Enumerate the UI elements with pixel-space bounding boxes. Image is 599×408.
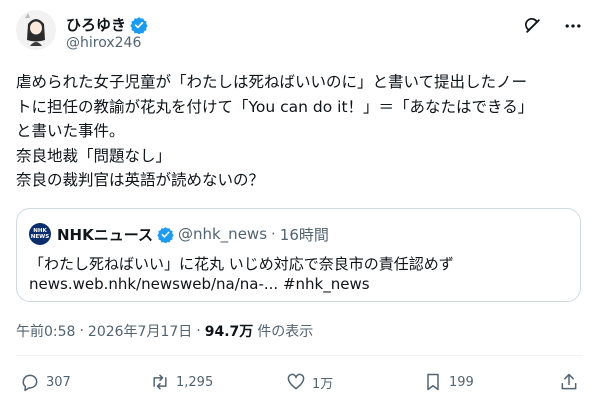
- like-count: 1万: [312, 376, 334, 392]
- separator-dot: ·: [271, 225, 276, 243]
- repost-count: 1,295: [176, 374, 214, 390]
- tweet-date[interactable]: 2026年7月17日: [88, 321, 192, 341]
- reply-count: 307: [46, 374, 71, 390]
- quoted-tweet-link[interactable]: news.web.nhk/newsweb/na/na-... #nhk_news: [29, 275, 370, 293]
- quoted-tweet-time: 16時間: [279, 225, 329, 244]
- tweet-line: 奈良地裁「問題なし」: [16, 146, 172, 165]
- action-bar: 307 1,295 1万 199: [20, 372, 579, 394]
- bookmark-icon: [423, 372, 443, 392]
- author-display-name[interactable]: ひろゆき: [66, 14, 126, 35]
- heart-icon: [286, 372, 306, 392]
- tweet-line: 奈良の裁判官は英語が読めないの？: [16, 171, 265, 189]
- reply-button[interactable]: 307: [20, 372, 71, 392]
- quoted-tweet[interactable]: NHK NEWS NHKニュース @nhk_news · 16時間 「わたし死ね…: [16, 208, 581, 302]
- quoted-tweet-text: 「わたし死ねばいい」に花丸 いじめ対応で奈良市の責任認めず: [29, 255, 454, 273]
- share-button[interactable]: [559, 372, 579, 392]
- repost-icon: [150, 372, 170, 392]
- more-icon[interactable]: [563, 16, 583, 36]
- tweet-line: と書いた事件。: [16, 122, 125, 140]
- share-icon: [559, 372, 579, 392]
- quoted-author-name: NHKニュース: [57, 225, 153, 244]
- view-count[interactable]: 94.7万: [205, 321, 254, 341]
- tweet-header: ひろゆき @hirox246: [16, 10, 583, 58]
- bookmark-button[interactable]: 199: [423, 372, 474, 392]
- separator-dot: ·: [79, 323, 84, 339]
- quoted-author-handle: @nhk_news: [177, 225, 268, 243]
- tweet-line: 虐められた女子児童が「わたしは死ねばいいのに」と書いて提出したノー: [16, 73, 528, 91]
- separator-dot: ·: [196, 323, 201, 339]
- tweet-meta: 午前0:58 · 2026年7月17日 · 94.7万 件の表示: [16, 321, 313, 341]
- verified-badge-icon: [130, 16, 148, 34]
- quoted-tweet-header: NHK NEWS NHKニュース @nhk_news · 16時間: [29, 223, 329, 245]
- view-count-label: 件の表示: [257, 324, 314, 340]
- verified-badge-icon: [157, 226, 174, 243]
- author-name-row[interactable]: ひろゆき: [66, 14, 148, 35]
- nhk-logo[interactable]: NHK NEWS: [29, 223, 51, 245]
- nhk-logo-bottom: NEWS: [30, 234, 50, 240]
- divider: [16, 355, 583, 356]
- tweet-line: トに担任の教諭が花丸を付けて「You can do it！」＝「あなたはできる」: [16, 97, 534, 116]
- tweet-time[interactable]: 午前0:58: [16, 321, 75, 341]
- reply-icon: [20, 372, 40, 392]
- tweet-text: 虐められた女子児童が「わたしは死ねばいいのに」と書いて提出したノー トに担任の教…: [16, 70, 586, 193]
- like-button[interactable]: 1万: [286, 372, 333, 392]
- author-handle[interactable]: @hirox246: [66, 35, 141, 51]
- header-actions: [523, 16, 583, 36]
- grok-icon[interactable]: [523, 16, 543, 36]
- bookmark-count: 199: [449, 374, 474, 390]
- avatar[interactable]: [16, 10, 56, 50]
- repost-button[interactable]: 1,295: [150, 372, 213, 392]
